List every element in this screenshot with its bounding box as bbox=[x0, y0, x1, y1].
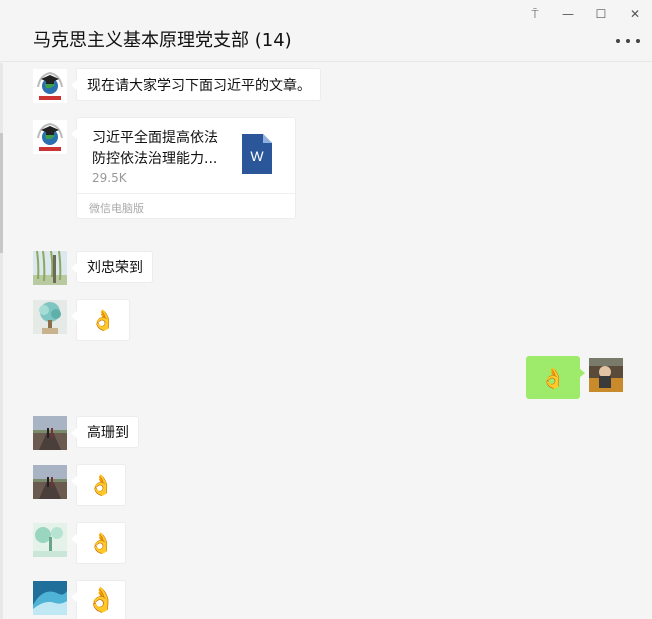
outdoor-person-avatar[interactable] bbox=[589, 358, 623, 392]
message-text: 现在请大家学习下面习近平的文章。 bbox=[87, 77, 311, 94]
scrollbar-thumb[interactable] bbox=[0, 133, 3, 253]
message-text: 刘忠荣到 bbox=[87, 260, 143, 276]
file-message-card[interactable]: 习近平全面提高依法防控依法治理能力... 29.5K W 微信电脑版 bbox=[71, 117, 296, 219]
willow-tree-avatar[interactable] bbox=[33, 251, 67, 285]
word-document-icon: W bbox=[242, 134, 272, 174]
more-options-icon[interactable] bbox=[616, 38, 640, 44]
chat-title: 马克思主义基本原理党支部 (14) bbox=[33, 30, 292, 51]
ok-hand-emoji: 👌 bbox=[88, 531, 114, 555]
scroll-track bbox=[0, 63, 3, 619]
message-bubble[interactable]: 高珊到 bbox=[71, 416, 139, 448]
pin-icon[interactable]: ⍑ bbox=[526, 6, 544, 22]
university-logo-avatar[interactable] bbox=[33, 120, 67, 154]
file-size: 29.5K bbox=[92, 171, 127, 185]
ocean-wave-avatar[interactable] bbox=[33, 581, 67, 615]
blue-flowers-avatar[interactable] bbox=[33, 300, 67, 334]
message-bubble[interactable]: 👌 bbox=[71, 464, 126, 506]
close-icon[interactable]: ✕ bbox=[626, 6, 644, 22]
university-logo-avatar[interactable] bbox=[33, 69, 67, 103]
chat-header: 马克思主义基本原理党支部 (14) ⍑ — ☐ ✕ bbox=[0, 0, 652, 62]
file-name: 习近平全面提高依法防控依法治理能力... bbox=[92, 130, 218, 167]
road-couple-avatar[interactable] bbox=[33, 416, 67, 450]
message-bubble[interactable]: 刘忠荣到 bbox=[71, 251, 153, 283]
file-source: 微信电脑版 bbox=[89, 202, 144, 215]
message-text: 高珊到 bbox=[87, 425, 129, 441]
minimize-icon[interactable]: — bbox=[559, 6, 577, 22]
self-message-bubble[interactable]: 👌 bbox=[526, 356, 585, 399]
file-card-divider bbox=[77, 193, 295, 194]
ok-hand-emoji: 👌 bbox=[90, 308, 116, 332]
maximize-icon[interactable]: ☐ bbox=[592, 6, 610, 22]
message-bubble[interactable]: 👌 bbox=[71, 580, 126, 619]
message-bubble[interactable]: 现在请大家学习下面习近平的文章。 bbox=[71, 68, 321, 101]
road-couple-avatar[interactable] bbox=[33, 465, 67, 499]
word-icon-letter: W bbox=[250, 148, 264, 164]
tree-illustration-avatar[interactable] bbox=[33, 523, 67, 557]
message-bubble[interactable]: 👌 bbox=[71, 522, 126, 564]
ok-hand-emoji: 👌 bbox=[86, 586, 116, 614]
message-bubble[interactable]: 👌 bbox=[71, 299, 130, 341]
ok-hand-emoji: 👌 bbox=[88, 473, 114, 497]
ok-hand-emoji: 👌 bbox=[540, 365, 566, 390]
